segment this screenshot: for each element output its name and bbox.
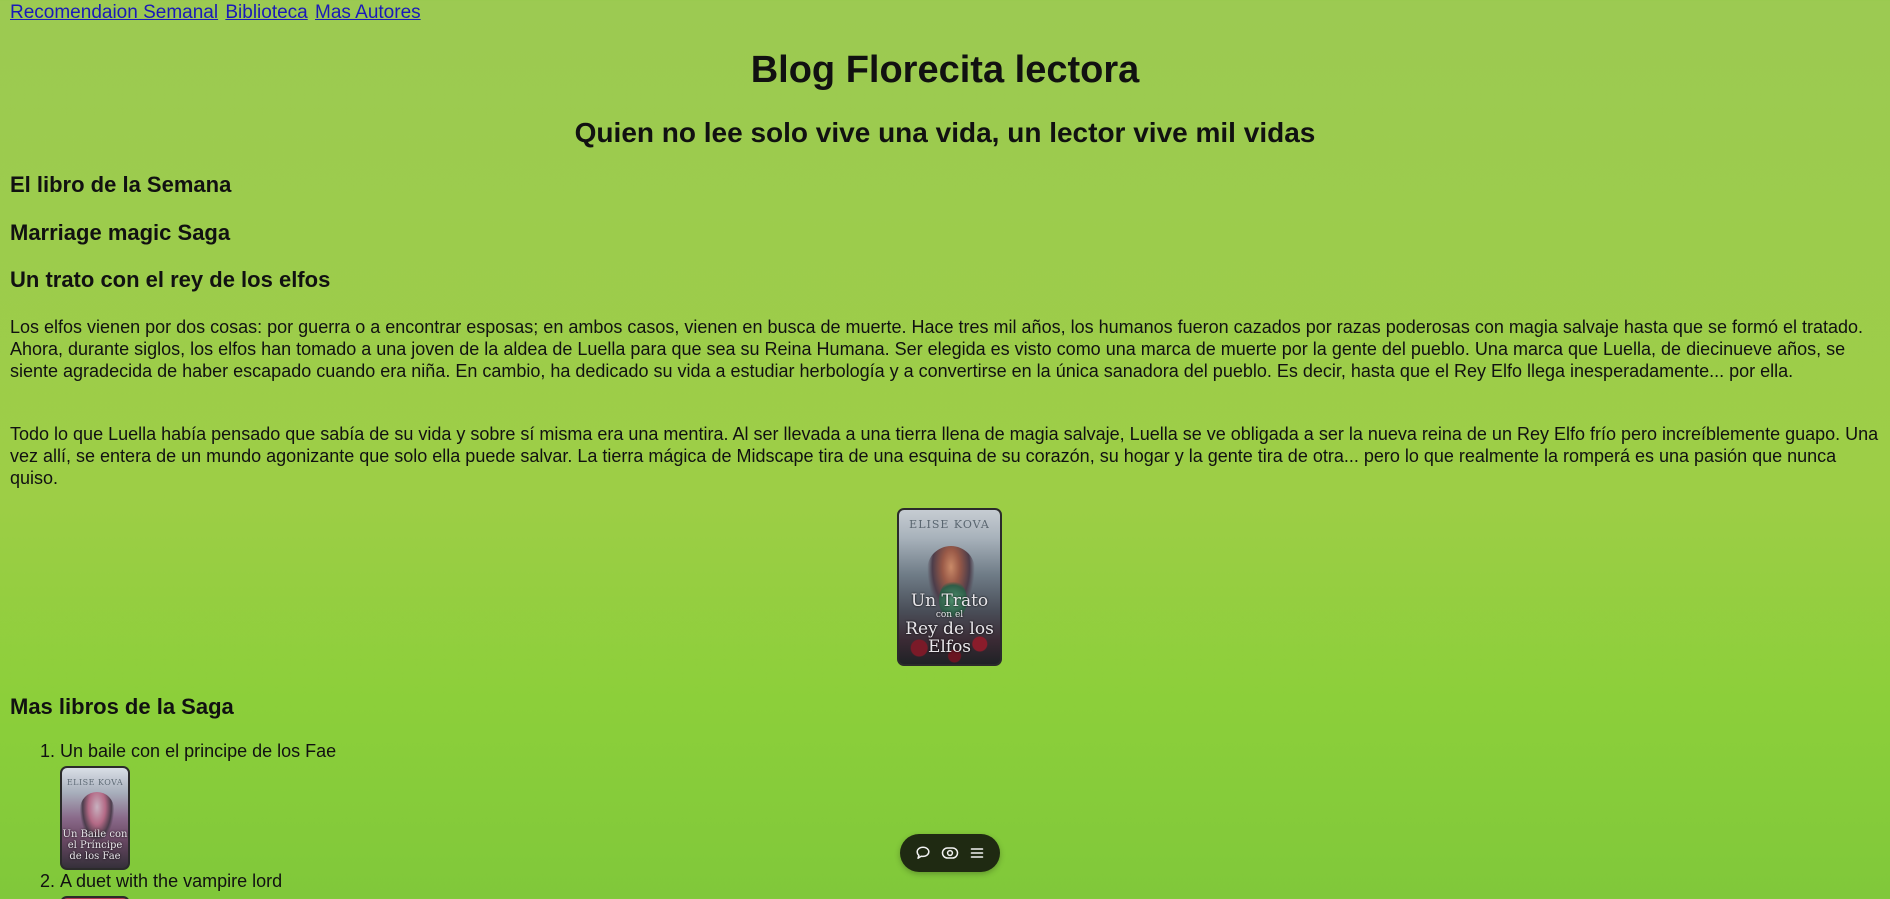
book-of-week-heading: El libro de la Semana [10,172,232,197]
comment-icon[interactable] [912,842,934,864]
cover-title-line-1: Un Trato [910,591,989,611]
cover-title: Un Trato con el Rey de los Elfos [899,592,1000,656]
menu-icon[interactable] [966,842,988,864]
more-books-heading: Mas libros de la Saga [10,694,234,719]
list-item: A duet with the vampire lord [60,870,336,899]
book-title-heading: Un trato con el rey de los elfos [10,267,331,292]
blog-subtitle: Quien no lee solo vive una vida, un lect… [574,117,1316,148]
book-cover-image: ELISE KOVA Un Trato con el Rey de los El… [897,508,1002,666]
top-nav: Recomendaion Semanal Biblioteca Mas Auto… [10,2,423,24]
list-item-title: A duet with the vampire lord [60,871,283,891]
nav-link-biblioteca[interactable]: Biblioteca [225,2,307,23]
nav-link-recomendacion-semanal[interactable]: Recomendaion Semanal [10,2,218,23]
nav-link-mas-autores[interactable]: Mas Autores [315,2,421,23]
cover-author: ELISE KOVA [909,518,990,531]
floating-toolbar [900,834,1000,872]
cover-author: ELISE KOVA [66,778,124,787]
list-item: Un baile con el principe de los Fae ELIS… [60,740,336,870]
book-synopsis-paragraph-1: Los elfos vienen por dos cosas: por guer… [10,317,1864,381]
cover-title-line-3: Rey de los Elfos [905,619,994,657]
cover-title: Un Baile con el Príncipe de los Fae [62,829,128,862]
saga-heading: Marriage magic Saga [10,220,231,245]
page: Recomendaion Semanal Biblioteca Mas Auto… [0,0,1890,899]
book-synopsis-paragraph-2: Todo lo que Luella había pensado que sab… [10,424,1879,488]
blog-title: Blog Florecita lectora [750,49,1140,91]
eye-icon[interactable] [939,842,961,864]
list-item-title: Un baile con el principe de los Fae [60,741,337,761]
more-books-list: Un baile con el principe de los Fae ELIS… [10,740,336,899]
book-cover-image: ELISE KOVA Un Baile con el Príncipe de l… [60,766,130,870]
